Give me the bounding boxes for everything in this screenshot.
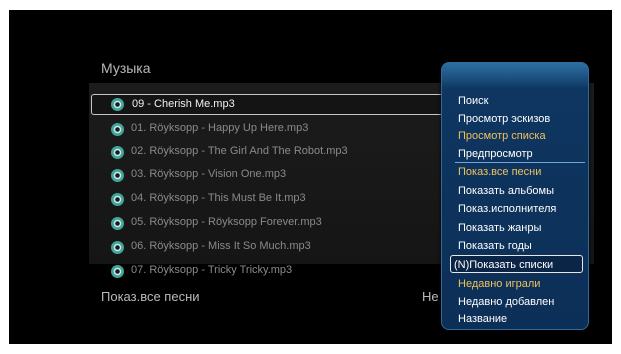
music-disc-icon [111, 169, 124, 182]
track-label: 03. Röyksopp - Vision One.mp3 [131, 168, 287, 180]
track-label: 05. Röyksopp - Röyksopp Forever.mp3 [131, 216, 322, 228]
track-label: 06. Röyksopp - Miss It So Much.mp3 [131, 240, 311, 252]
track-item[interactable]: 02. Röyksopp - The Girl And The Robot.mp… [94, 142, 440, 162]
page-title: Музыка [101, 60, 151, 76]
menu-item-genres[interactable]: Показать жанры [455, 219, 585, 237]
track-item[interactable]: 04. Röyksopp - This Must Be It.mp3 [94, 189, 440, 209]
music-disc-icon [111, 123, 124, 136]
track-label: 07. Röyksopp - Tricky Tricky.mp3 [131, 264, 293, 276]
music-disc-icon [111, 146, 124, 159]
track-label: 04. Röyksopp - This Must Be It.mp3 [131, 192, 306, 204]
truncated-status-label: Не [422, 289, 439, 304]
menu-item-playlists[interactable]: (N)Показать списки [450, 255, 583, 273]
music-disc-icon [111, 98, 124, 111]
view-mode-label: Показ.все песни [101, 289, 200, 304]
track-item[interactable]: 03. Röyksopp - Vision One.mp3 [94, 165, 440, 185]
music-disc-icon [111, 241, 124, 254]
menu-item-thumbnail-view[interactable]: Просмотр эскизов [455, 110, 585, 128]
track-item[interactable]: 09 - Cherish Me.mp3 [91, 94, 441, 115]
track-item[interactable]: 05. Röyksopp - Röyksopp Forever.mp3 [94, 213, 440, 233]
menu-item-preview[interactable]: Предпросмотр [455, 145, 585, 163]
menu-item-artists[interactable]: Показ.исполнителя [455, 200, 585, 218]
track-item[interactable]: 07. Röyksopp - Tricky Tricky.mp3 [94, 261, 440, 281]
menu-item-recently-added[interactable]: Недавно добавлен [455, 293, 585, 311]
options-menu: Поиск Просмотр эскизов Просмотр списка П… [441, 62, 589, 330]
menu-item-albums[interactable]: Показать альбомы [455, 182, 585, 200]
track-label: 02. Röyksopp - The Girl And The Robot.mp… [131, 145, 348, 157]
menu-item-years[interactable]: Показать годы [455, 237, 585, 255]
music-disc-icon [111, 265, 124, 278]
menu-item-search[interactable]: Поиск [455, 92, 585, 110]
track-label: 01. Röyksopp - Happy Up Here.mp3 [131, 122, 309, 134]
track-item[interactable]: 01. Röyksopp - Happy Up Here.mp3 [94, 119, 440, 139]
menu-item-all-songs[interactable]: Показ.все песни [455, 163, 585, 181]
track-item[interactable]: 06. Röyksopp - Miss It So Much.mp3 [94, 237, 440, 257]
track-label: 09 - Cherish Me.mp3 [132, 98, 235, 110]
menu-item-recently-played[interactable]: Недавно играли [455, 275, 585, 293]
menu-item-list-view[interactable]: Просмотр списка [455, 127, 585, 145]
music-disc-icon [111, 217, 124, 230]
music-disc-icon [111, 193, 124, 206]
menu-item-title[interactable]: Название [455, 310, 585, 328]
